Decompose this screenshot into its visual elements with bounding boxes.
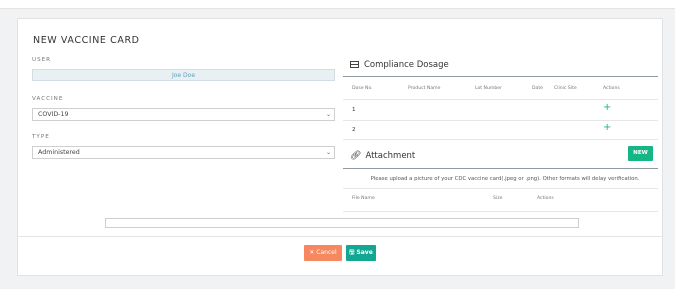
dose-cell: 1 xyxy=(352,107,356,113)
col-dose-no: Dose No. xyxy=(352,86,373,91)
col-file-name: File Name xyxy=(352,196,375,201)
divider xyxy=(343,76,658,77)
user-label: USER xyxy=(32,57,52,63)
vaccine-select[interactable]: COVID-19 ⌄ xyxy=(32,108,335,121)
col-clinic-site: Clinic Site xyxy=(554,86,577,91)
divider xyxy=(343,139,658,140)
col-size: Size xyxy=(493,196,503,201)
upload-note: Please upload a picture of your CDC vacc… xyxy=(370,176,640,182)
chevron-down-icon: ⌄ xyxy=(325,149,331,156)
divider xyxy=(343,168,658,169)
col-actions: Actions xyxy=(603,86,620,91)
footer-divider xyxy=(17,236,663,237)
col-attachment-actions: Actions xyxy=(537,196,554,201)
col-lot-number: Lot Number xyxy=(475,86,503,91)
card-icon xyxy=(350,61,359,68)
divider xyxy=(343,211,658,212)
vaccine-select-value: COVID-19 xyxy=(38,111,69,118)
compliance-dosage-heading: Compliance Dosage xyxy=(350,60,449,70)
divider xyxy=(343,188,658,189)
vaccine-label: VACCINE xyxy=(32,96,64,102)
new-attachment-button[interactable]: NEW xyxy=(628,146,653,161)
col-date: Date xyxy=(532,86,543,91)
col-product-name: Product Name xyxy=(408,86,441,91)
cancel-button[interactable]: ✕ Cancel xyxy=(304,245,342,261)
dose-cell: 2 xyxy=(352,127,356,133)
add-dose-2-icon[interactable]: + xyxy=(603,123,611,133)
type-select[interactable]: Administered ⌄ xyxy=(32,146,335,159)
save-button[interactable]: 🖫 Save xyxy=(346,245,376,261)
type-select-value: Administered xyxy=(38,149,80,156)
card-title: NEW VACCINE CARD xyxy=(33,35,140,46)
link-icon: 🔗︎ xyxy=(350,151,362,161)
add-dose-1-icon[interactable]: + xyxy=(603,103,611,113)
divider xyxy=(343,120,658,121)
chevron-down-icon: ⌄ xyxy=(325,111,331,118)
type-label: TYPE xyxy=(32,134,50,140)
divider xyxy=(343,99,658,100)
attachment-title: Attachment xyxy=(365,151,416,161)
compliance-dosage-title: Compliance Dosage xyxy=(364,60,449,70)
attachment-heading: 🔗︎ Attachment xyxy=(350,151,415,161)
user-field: Joe Doe xyxy=(32,69,335,81)
top-bar xyxy=(0,0,675,9)
file-upload-input[interactable] xyxy=(105,218,579,228)
